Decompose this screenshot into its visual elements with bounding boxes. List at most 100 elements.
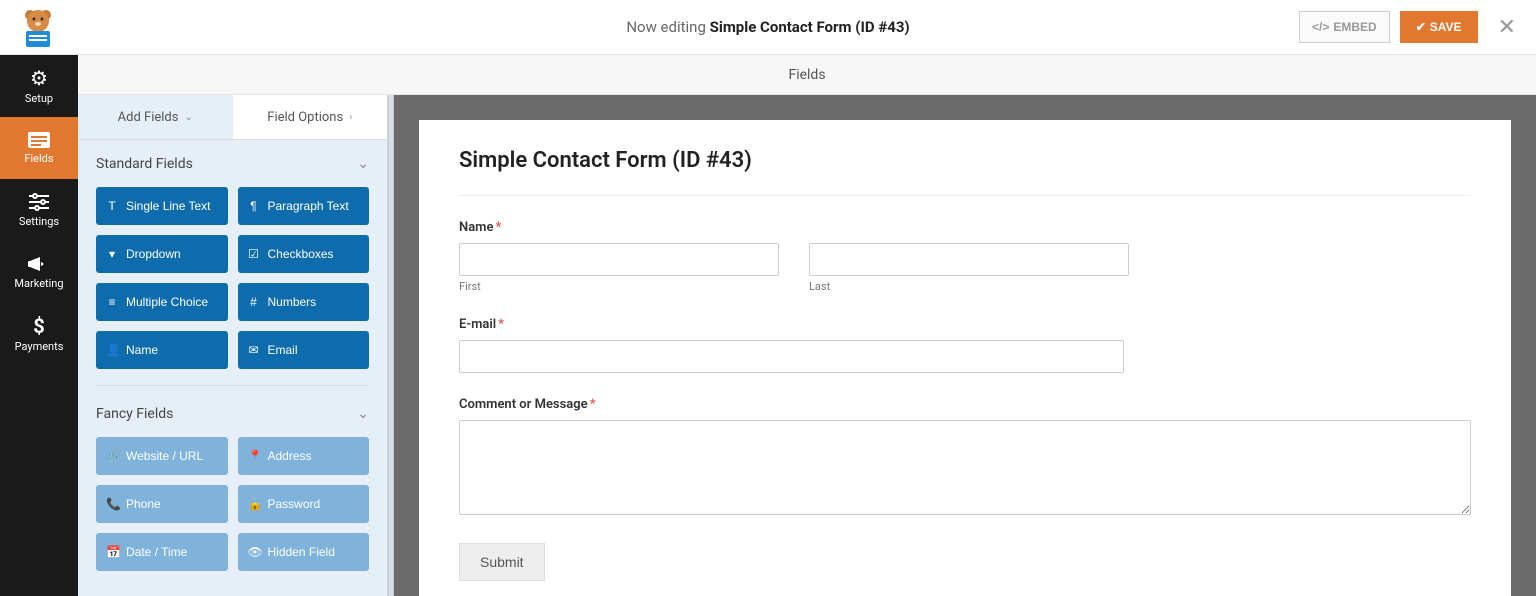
- topbar-title: Now editing Simple Contact Form (ID #43): [626, 18, 909, 36]
- name-label: Name*: [459, 220, 1471, 235]
- field-email[interactable]: ✉ Email: [238, 331, 370, 369]
- panel-tabs: Add Fields ⌄ Field Options ›: [78, 95, 387, 140]
- close-icon[interactable]: ✕: [1488, 15, 1526, 40]
- columns: Add Fields ⌄ Field Options › Standard Fi…: [78, 95, 1536, 596]
- rail-item-fields[interactable]: Fields: [0, 117, 78, 179]
- field-label: Dropdown: [126, 247, 181, 261]
- field-dropdown[interactable]: ▾ Dropdown: [96, 235, 228, 273]
- field-label: Website / URL: [126, 449, 203, 463]
- form-title: Simple Contact Form (ID #43): [710, 18, 910, 36]
- code-icon: </>: [1312, 20, 1329, 34]
- envelope-icon: ✉: [248, 343, 260, 357]
- paragraph-icon: ¶: [248, 199, 260, 213]
- submit-label: Submit: [480, 554, 524, 570]
- save-button[interactable]: ✔ SAVE: [1400, 11, 1478, 43]
- field-date-time[interactable]: 📅Date / Time: [96, 533, 228, 571]
- group-standard-fields[interactable]: Standard Fields ⌄: [78, 140, 387, 187]
- tab-label: Add Fields: [118, 110, 179, 125]
- topbar-actions: </> EMBED ✔ SAVE ✕: [1299, 11, 1526, 43]
- tab-label: Field Options: [267, 110, 343, 125]
- field-multiple-choice[interactable]: ≡Multiple Choice: [96, 283, 228, 321]
- form-row-comment[interactable]: Comment or Message*: [459, 397, 1471, 519]
- field-name[interactable]: 👤Name: [96, 331, 228, 369]
- rail-item-marketing[interactable]: Marketing: [0, 241, 78, 303]
- rail-item-payments[interactable]: $ Payments: [0, 303, 78, 365]
- field-label: Hidden Field: [268, 545, 335, 559]
- field-label: Name: [126, 343, 158, 357]
- name-inputs: First Last: [459, 243, 1471, 293]
- rail-item-setup[interactable]: ⚙ Setup: [0, 55, 78, 117]
- first-name-col: First: [459, 243, 779, 293]
- last-name-input[interactable]: [809, 243, 1129, 276]
- field-label: Email: [268, 343, 298, 357]
- group-separator: [96, 385, 369, 386]
- comment-textarea[interactable]: [459, 420, 1471, 515]
- last-name-col: Last: [809, 243, 1129, 293]
- tab-add-fields[interactable]: Add Fields ⌄: [78, 95, 233, 139]
- field-label: Phone: [126, 497, 161, 511]
- canvas-wrap: Simple Contact Form (ID #43) Name* First: [394, 95, 1536, 596]
- label-text: Name: [459, 220, 493, 235]
- email-input[interactable]: [459, 340, 1124, 373]
- dollar-icon: $: [33, 316, 44, 336]
- chevron-down-icon: ⌄: [357, 406, 369, 422]
- chevron-down-icon: ⌄: [184, 112, 192, 123]
- fancy-fields-grid: 🔗Website / URL 📍Address 📞 Phone 🔒Password…: [78, 437, 387, 579]
- first-name-input[interactable]: [459, 243, 779, 276]
- lock-icon: 🔒: [248, 497, 260, 511]
- form-row-name[interactable]: Name* First Last: [459, 220, 1471, 293]
- required-asterisk: *: [495, 220, 501, 235]
- field-checkboxes[interactable]: ☑ Checkboxes: [238, 235, 370, 273]
- field-label: Date / Time: [126, 545, 187, 559]
- field-phone[interactable]: 📞 Phone: [96, 485, 228, 523]
- canvas-title: Simple Contact Form (ID #43): [459, 148, 1471, 196]
- rail-label: Settings: [19, 215, 59, 228]
- now-editing-prefix: Now editing: [626, 18, 709, 36]
- dropdown-icon: ▾: [106, 247, 118, 261]
- rail-label: Payments: [15, 340, 64, 353]
- bear-logo-icon: [16, 5, 60, 49]
- field-password[interactable]: 🔒Password: [238, 485, 370, 523]
- field-paragraph-text[interactable]: ¶ Paragraph Text: [238, 187, 370, 225]
- checkbox-icon: ☑: [248, 247, 260, 261]
- form-row-email[interactable]: E-mail*: [459, 317, 1471, 373]
- field-label: Multiple Choice: [126, 295, 208, 309]
- required-asterisk: *: [498, 317, 504, 332]
- required-asterisk: *: [590, 397, 596, 412]
- field-label: Paragraph Text: [268, 199, 349, 213]
- field-label: Numbers: [268, 295, 317, 309]
- field-single-line-text[interactable]: T Single Line Text: [96, 187, 228, 225]
- field-website-url[interactable]: 🔗Website / URL: [96, 437, 228, 475]
- right-area: Fields Add Fields ⌄ Field Options › Stan…: [78, 55, 1536, 596]
- group-label: Fancy Fields: [96, 406, 173, 422]
- rail-label: Setup: [25, 92, 53, 105]
- tab-field-options[interactable]: Field Options ›: [233, 95, 388, 139]
- field-address[interactable]: 📍Address: [238, 437, 370, 475]
- subheader: Fields: [78, 55, 1536, 95]
- hash-icon: #: [248, 295, 260, 309]
- field-label: Checkboxes: [268, 247, 334, 261]
- sliders-icon: [29, 193, 49, 211]
- label-text: Comment or Message: [459, 397, 588, 412]
- email-label: E-mail*: [459, 317, 1471, 332]
- app-logo: [15, 5, 60, 50]
- field-label: Single Line Text: [126, 199, 211, 213]
- last-sublabel: Last: [809, 280, 1129, 293]
- field-hidden[interactable]: 👁Hidden Field: [238, 533, 370, 571]
- group-label: Standard Fields: [96, 156, 193, 172]
- embed-button[interactable]: </> EMBED: [1299, 11, 1390, 43]
- phone-icon: 📞: [106, 497, 118, 511]
- text-icon: T: [106, 199, 118, 213]
- chevron-right-icon: ›: [349, 112, 352, 123]
- bullhorn-icon: [28, 255, 50, 273]
- comment-label: Comment or Message*: [459, 397, 1471, 412]
- gear-icon: ⚙: [30, 68, 48, 88]
- submit-button[interactable]: Submit: [459, 543, 545, 581]
- rail-item-settings[interactable]: Settings: [0, 179, 78, 241]
- field-numbers[interactable]: # Numbers: [238, 283, 370, 321]
- embed-label: EMBED: [1333, 20, 1376, 34]
- check-icon: ✔: [1416, 20, 1426, 34]
- form-canvas: Simple Contact Form (ID #43) Name* First: [419, 120, 1511, 596]
- standard-fields-grid: T Single Line Text ¶ Paragraph Text ▾ Dropd…: [78, 187, 387, 377]
- group-fancy-fields[interactable]: Fancy Fields ⌄: [78, 390, 387, 437]
